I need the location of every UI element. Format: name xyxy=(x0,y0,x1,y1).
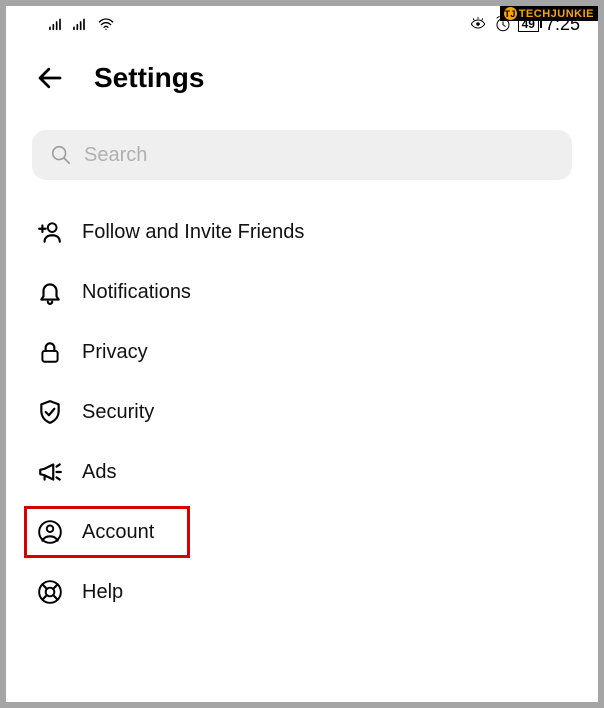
lifebuoy-icon xyxy=(36,578,64,606)
menu-item-ads[interactable]: Ads xyxy=(32,442,572,502)
menu-label: Privacy xyxy=(82,341,148,364)
menu-item-account[interactable]: Account xyxy=(32,502,572,562)
search-input[interactable] xyxy=(84,144,554,167)
settings-menu: Follow and Invite Friends Notifications … xyxy=(6,202,598,622)
status-left xyxy=(48,16,116,32)
menu-label: Ads xyxy=(82,461,116,484)
shield-check-icon xyxy=(36,398,64,426)
menu-label: Follow and Invite Friends xyxy=(82,221,304,244)
back-arrow-icon[interactable] xyxy=(34,62,66,94)
menu-label: Account xyxy=(82,521,154,544)
account-circle-icon xyxy=(36,518,64,546)
search-icon xyxy=(50,144,72,166)
watermark-logo: TJ xyxy=(504,7,517,20)
menu-item-privacy[interactable]: Privacy xyxy=(32,322,572,382)
menu-item-follow-invite[interactable]: Follow and Invite Friends xyxy=(32,202,572,262)
add-person-icon xyxy=(36,218,64,246)
signal-icon-2 xyxy=(72,16,88,32)
signal-icon xyxy=(48,16,64,32)
menu-item-security[interactable]: Security xyxy=(32,382,572,442)
menu-label: Help xyxy=(82,581,123,604)
menu-label: Notifications xyxy=(82,281,191,304)
bell-icon xyxy=(36,278,64,306)
search-bar[interactable] xyxy=(32,130,572,180)
page-header: Settings xyxy=(6,42,598,112)
wifi-icon xyxy=(96,16,116,32)
screen-frame: TJ TECHJUNKIE 49 7:25 xyxy=(0,0,604,708)
megaphone-icon xyxy=(36,458,64,486)
menu-item-notifications[interactable]: Notifications xyxy=(32,262,572,322)
menu-item-help[interactable]: Help xyxy=(32,562,572,622)
eye-icon xyxy=(468,16,488,32)
menu-label: Security xyxy=(82,401,154,424)
page-title: Settings xyxy=(94,62,204,94)
lock-icon xyxy=(36,338,64,366)
watermark-badge: TJ TECHJUNKIE xyxy=(500,6,598,21)
watermark-text: TECHJUNKIE xyxy=(519,8,594,20)
